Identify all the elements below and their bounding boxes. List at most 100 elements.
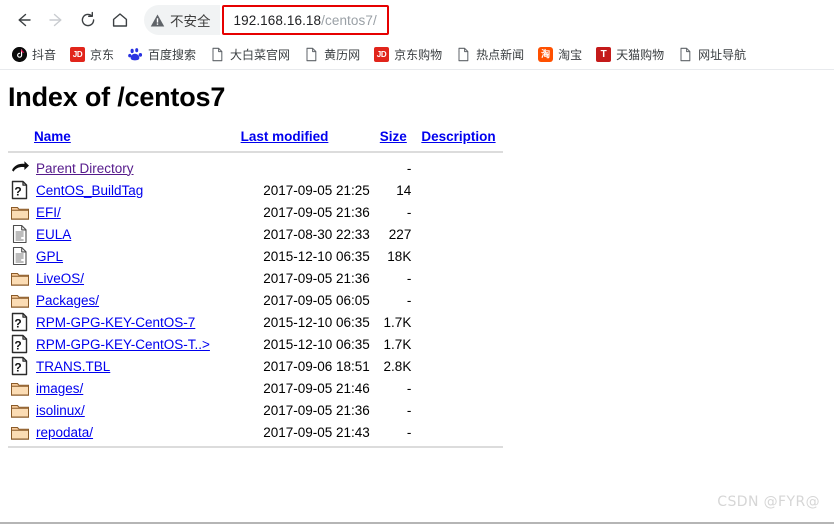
unknown-file-icon: ? xyxy=(11,180,28,200)
file-link[interactable]: repodata/ xyxy=(36,425,93,440)
row-name-cell: LiveOS/ xyxy=(34,267,241,289)
row-last-modified-cell: 2017-09-06 18:51 xyxy=(263,358,370,374)
row-description-cell xyxy=(421,245,503,267)
row-name-cell: EFI/ xyxy=(34,201,241,223)
row-icon-cell: ? xyxy=(8,333,34,355)
sort-by-size-link[interactable]: Size xyxy=(380,129,407,144)
row-description-cell xyxy=(421,267,503,289)
row-size-cell: - xyxy=(406,204,412,220)
page-glyph-icon xyxy=(458,47,469,62)
table-row: isolinux/2017-09-05 21:36 - xyxy=(8,399,503,421)
row-last-modified-cell: 2017-08-30 22:33 xyxy=(263,226,370,242)
douyin-icon xyxy=(12,47,27,62)
folder-icon xyxy=(11,383,29,396)
omnibox[interactable]: 不安全 192.168.16.18 /centos7/ xyxy=(144,5,826,35)
column-header-icon xyxy=(8,129,34,148)
baidu-icon xyxy=(128,47,143,62)
sort-by-description-link[interactable]: Description xyxy=(421,129,495,144)
file-link[interactable]: GPL xyxy=(36,249,63,264)
sort-by-date-link[interactable]: Last modified xyxy=(241,129,329,144)
file-link[interactable]: LiveOS/ xyxy=(36,271,84,286)
back-button[interactable] xyxy=(8,4,40,36)
row-size-cell: 1.7K xyxy=(383,336,412,352)
folder-icon xyxy=(11,427,29,440)
file-link[interactable]: Parent Directory xyxy=(36,161,134,176)
reload-button[interactable] xyxy=(72,4,104,36)
row-name-cell: TRANS.TBL xyxy=(34,355,241,377)
parent-directory-icon xyxy=(12,161,29,172)
file-link[interactable]: EFI/ xyxy=(36,205,61,220)
file-link[interactable]: RPM-GPG-KEY-CentOS-T..> xyxy=(36,337,210,352)
file-link[interactable]: CentOS_BuildTag xyxy=(36,183,143,198)
page-content: Index of /centos7 Name Last modified Siz… xyxy=(0,70,834,524)
file-link[interactable]: images/ xyxy=(36,381,83,396)
bookmark-jingdong-shopping[interactable]: JD 京东购物 xyxy=(368,43,448,66)
row-name-cell: Packages/ xyxy=(34,289,241,311)
row-name-cell: images/ xyxy=(34,377,241,399)
row-size-cell: 18K xyxy=(387,248,412,264)
bookmark-label: 热点新闻 xyxy=(476,48,525,62)
page-icon xyxy=(678,47,693,62)
folder-icon xyxy=(11,405,29,418)
row-size-cell: 1.7K xyxy=(383,314,412,330)
table-row: Parent Directory - xyxy=(8,157,503,179)
forward-button[interactable] xyxy=(40,4,72,36)
bookmark-baidu-search[interactable]: 百度搜索 xyxy=(122,43,202,66)
bookmark-douyin[interactable]: 抖音 xyxy=(6,43,62,66)
file-link[interactable]: TRANS.TBL xyxy=(36,359,110,374)
url-input[interactable]: 192.168.16.18 /centos7/ xyxy=(221,5,389,35)
row-last-modified-cell: 2017-09-05 21:46 xyxy=(263,380,370,396)
sort-by-name-link[interactable]: Name xyxy=(34,129,71,144)
divider-cell xyxy=(8,148,503,157)
url-host: 192.168.16.18 xyxy=(233,12,322,28)
bookmark-label: 京东 xyxy=(90,48,115,62)
bookmark-jingdong[interactable]: JD 京东 xyxy=(64,43,120,66)
file-link[interactable]: isolinux/ xyxy=(36,403,85,418)
folder-icon xyxy=(11,273,29,286)
table-header-row: Name Last modified Size Description xyxy=(8,129,503,148)
bookmark-tmall[interactable]: T 天猫购物 xyxy=(590,43,670,66)
url-path: /centos7/ xyxy=(321,12,377,28)
column-header-size: Size xyxy=(380,129,422,148)
row-icon-cell xyxy=(8,289,34,311)
folder-icon xyxy=(11,207,29,220)
column-header-last-modified: Last modified xyxy=(241,129,380,148)
arrow-left-icon xyxy=(18,13,31,27)
jd-icon: JD xyxy=(70,47,86,62)
row-size-cell: - xyxy=(406,292,412,308)
page-icon xyxy=(210,47,225,62)
table-header-divider xyxy=(8,148,503,157)
file-link[interactable]: RPM-GPG-KEY-CentOS-7 xyxy=(36,315,195,330)
row-icon-cell xyxy=(8,267,34,289)
bookmark-site-navigation[interactable]: 网址导航 xyxy=(672,43,752,66)
bookmark-huangliwang[interactable]: 黄历网 xyxy=(298,43,366,66)
table-row: EFI/2017-09-05 21:36 - xyxy=(8,201,503,223)
row-last-modified-cell: 2015-12-10 06:35 xyxy=(263,248,370,264)
security-status-chip[interactable]: 不安全 xyxy=(144,5,220,35)
table-header: Name Last modified Size Description xyxy=(8,129,503,157)
row-description-cell xyxy=(421,223,503,245)
row-last-modified-cell xyxy=(241,157,380,179)
svg-text:?: ? xyxy=(14,316,21,330)
bookmark-label: 网址导航 xyxy=(698,48,747,62)
row-size-cell: - xyxy=(406,160,412,176)
row-name-cell: CentOS_BuildTag xyxy=(34,179,241,201)
row-last-modified-cell: 2017-09-05 21:36 xyxy=(263,402,370,418)
svg-text:?: ? xyxy=(14,184,21,198)
bookmark-hot-news[interactable]: 热点新闻 xyxy=(450,43,530,66)
row-name-cell: EULA xyxy=(34,223,241,245)
row-last-modified-cell: 2015-12-10 06:35 xyxy=(263,314,370,330)
row-size-cell: - xyxy=(406,402,412,418)
row-icon-cell: ? xyxy=(8,311,34,333)
file-link[interactable]: Packages/ xyxy=(36,293,99,308)
home-button[interactable] xyxy=(104,4,136,36)
table-row: ? RPM-GPG-KEY-CentOS-7 2015-12-10 06:35 1.7… xyxy=(8,311,503,333)
file-link[interactable]: EULA xyxy=(36,227,71,242)
bookmark-taobao[interactable]: 淘 淘宝 xyxy=(532,43,588,66)
row-size-cell: 14 xyxy=(396,182,412,198)
svg-text:?: ? xyxy=(14,338,21,352)
table-row: ? TRANS.TBL 2017-09-06 18:51 2.8K xyxy=(8,355,503,377)
bookmark-dabaicai[interactable]: 大白菜官网 xyxy=(204,43,296,66)
bookmark-label: 淘宝 xyxy=(558,48,583,62)
row-description-cell xyxy=(421,333,503,355)
